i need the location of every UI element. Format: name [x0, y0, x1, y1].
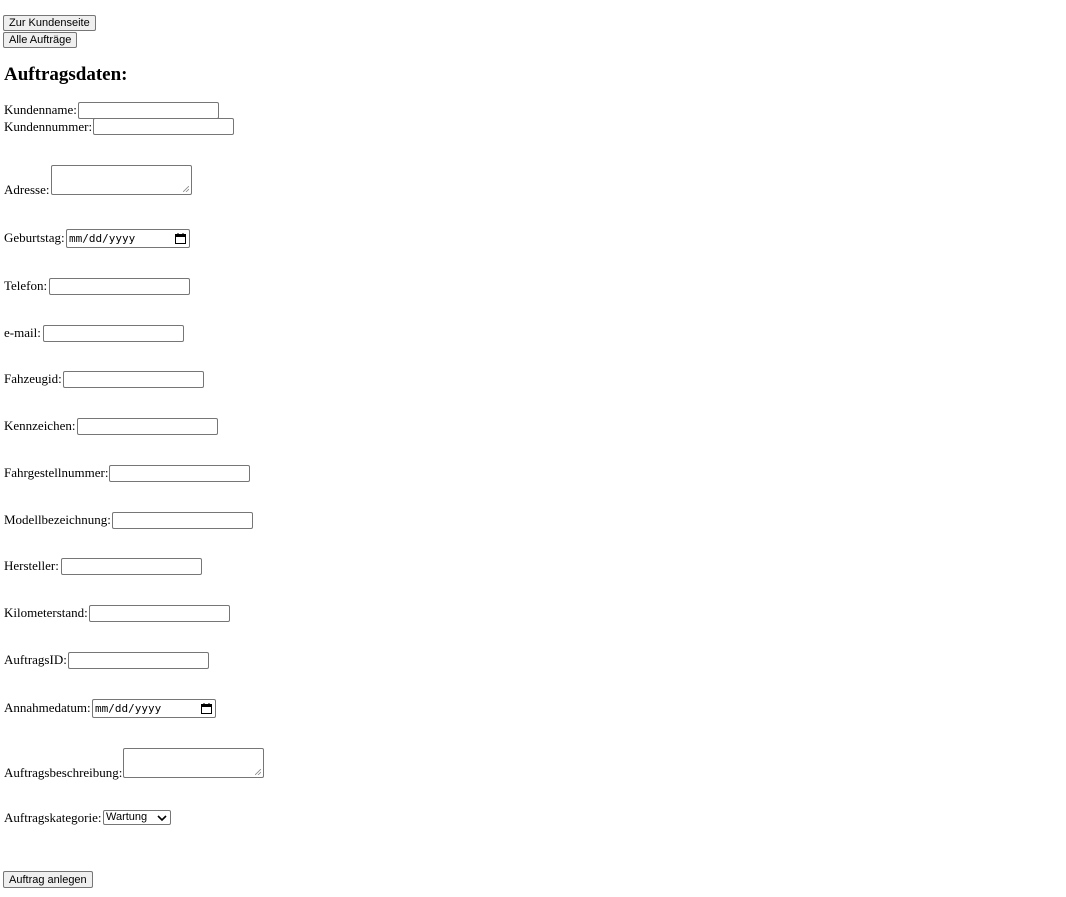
modellbezeichnung-label: Modellbezeichnung: [4, 512, 111, 527]
kennzeichen-input[interactable] [77, 418, 218, 435]
telefon-input[interactable] [49, 278, 190, 295]
kundennummer-input[interactable] [93, 118, 234, 135]
customer-page-button[interactable]: Zur Kundenseite [3, 15, 96, 31]
hersteller-input[interactable] [61, 558, 202, 575]
kundenname-input[interactable] [78, 102, 219, 119]
annahmedatum-date-input[interactable]: mm/dd/yyyy [92, 699, 216, 718]
adresse-textarea[interactable] [51, 165, 192, 195]
calendar-icon[interactable] [175, 233, 186, 244]
auftragsbeschreibung-label: Auftragsbeschreibung: [4, 765, 123, 780]
page-title: Auftragsdaten: [4, 64, 128, 85]
email-label: e-mail: [4, 325, 41, 340]
geburtstag-date-input[interactable]: mm/dd/yyyy [66, 229, 190, 248]
auftragskategorie-select[interactable]: Wartung [103, 810, 171, 825]
auftragskategorie-selected-value: Wartung [106, 811, 148, 823]
fahzeugid-label: Fahzeugid: [4, 371, 62, 386]
hersteller-label: Hersteller: [4, 558, 59, 573]
geburtstag-placeholder: mm/dd/yyyy [69, 232, 136, 245]
auftragsid-input[interactable] [68, 652, 209, 669]
chevron-down-icon [157, 815, 167, 822]
kundenname-label: Kundenname: [4, 102, 77, 117]
fahrgestellnummer-input[interactable] [109, 465, 250, 482]
annahmedatum-label: Annahmedatum: [4, 700, 91, 715]
fahzeugid-input[interactable] [63, 371, 204, 388]
kennzeichen-label: Kennzeichen: [4, 418, 76, 433]
kilometerstand-label: Kilometerstand: [4, 605, 88, 620]
calendar-icon[interactable] [201, 703, 212, 714]
all-orders-button[interactable]: Alle Aufträge [3, 32, 78, 48]
auftragskategorie-label: Auftragskategorie: [4, 810, 102, 825]
resize-grip-icon[interactable] [255, 769, 261, 775]
auftragsbeschreibung-textarea[interactable] [123, 748, 264, 778]
auftragsid-label: AuftragsID: [4, 652, 67, 667]
adresse-label: Adresse: [4, 182, 50, 197]
kilometerstand-input[interactable] [89, 605, 230, 622]
geburtstag-label: Geburtstag: [4, 230, 65, 245]
telefon-label: Telefon: [4, 278, 48, 293]
create-order-button[interactable]: Auftrag anlegen [3, 871, 93, 888]
annahmedatum-placeholder: mm/dd/yyyy [95, 702, 162, 715]
email-input[interactable] [43, 325, 184, 342]
resize-grip-icon[interactable] [183, 186, 189, 192]
fahrgestellnummer-label: Fahrgestellnummer: [4, 465, 109, 480]
modellbezeichnung-input[interactable] [112, 512, 253, 529]
kundennummer-label: Kundennummer: [4, 119, 93, 134]
